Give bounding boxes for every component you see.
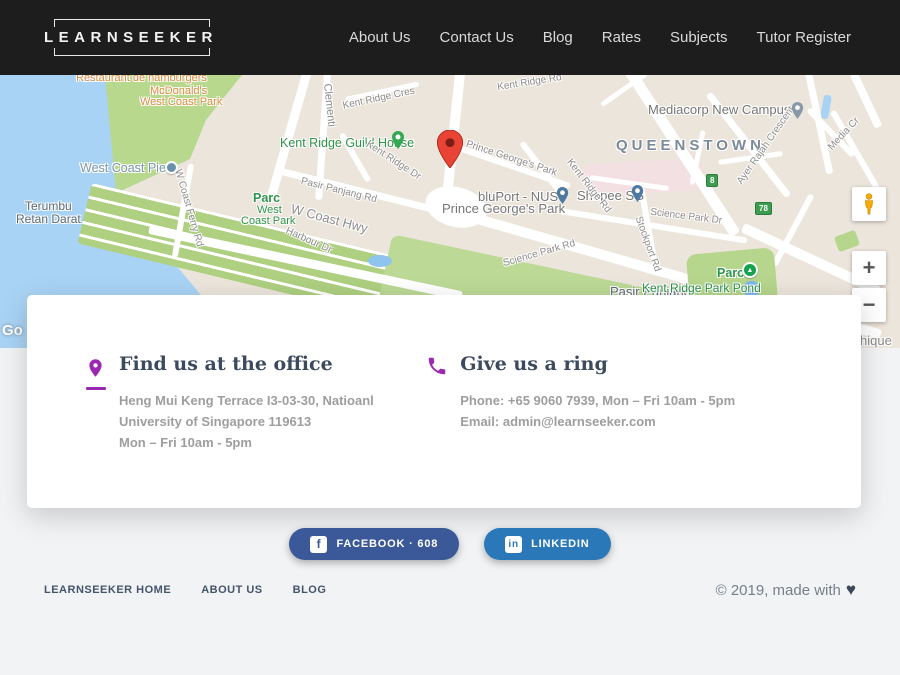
office-title: Find us at the office (119, 353, 374, 375)
map-label-kent-ridge-rd-top: Kent Ridge Rd (497, 75, 563, 93)
map-canal (820, 94, 832, 119)
map-green-patch (834, 230, 860, 253)
park-tree-pin-icon[interactable] (742, 262, 758, 278)
zoom-in-button[interactable]: + (852, 251, 886, 285)
logo[interactable]: LEARNSEEKER (40, 16, 222, 59)
nav-contact-us[interactable]: Contact Us (440, 29, 514, 46)
phone-icon (426, 355, 460, 464)
map-label-terumbu: Terumbu (25, 199, 72, 213)
footer-link-home[interactable]: LEARNSEEKER HOME (44, 584, 171, 596)
nav-about-us[interactable]: About Us (349, 29, 411, 46)
footer-link-blog[interactable]: BLOG (293, 584, 327, 596)
heart-icon: ♥ (846, 580, 856, 600)
nav-blog[interactable]: Blog (543, 29, 573, 46)
pegman-icon (859, 192, 879, 216)
copyright: © 2019, made with ♥ (716, 580, 856, 600)
map-label-west-coast-pier: West Coast Pier (80, 161, 170, 175)
google-watermark-fragment: Go (2, 322, 23, 339)
phone-line: Phone: +65 9060 7939, Mon – Fri 10am - 5… (460, 390, 735, 411)
map-route-shield-8: 8 (706, 174, 718, 187)
blue-poi-pin-shopee[interactable] (631, 185, 644, 202)
map-label-pg-park-rd: Prince George's Park (465, 139, 558, 179)
footer-links: LEARNSEEKER HOME ABOUT US BLOG (44, 584, 326, 596)
map-label-parc-west: Parc (253, 191, 280, 205)
blue-poi-pin-bluport[interactable] (556, 187, 569, 204)
place-icon-underline (86, 387, 106, 390)
map-label-kr-park-pond: Kent Ridge Park Pond (642, 281, 761, 295)
map-label-queenstown: QUEENSTOWN (616, 137, 765, 154)
linkedin-button[interactable]: in LINKEDIN (484, 528, 610, 560)
map-route-shield-78: 78 (755, 202, 772, 215)
green-poi-pin[interactable] (391, 131, 405, 149)
office-section: Find us at the office Heng Mui Keng Terr… (85, 353, 426, 464)
email-line: Email: admin@learnseeker.com (460, 411, 735, 432)
linkedin-icon: in (505, 536, 522, 553)
linkedin-label: LINKEDIN (531, 538, 589, 550)
map-label-west-coast-park-poi: West Coast Park (140, 96, 222, 108)
main-nav: About Us Contact Us Blog Rates Subjects … (349, 29, 900, 46)
office-address-line1: Heng Mui Keng Terrace I3-03-30, Natioanl (119, 390, 374, 411)
map-label-parc-kr: Parc (717, 266, 744, 280)
office-address-line2: University of Singapore 119613 (119, 411, 374, 432)
contact-card: Find us at the office Heng Mui Keng Terr… (27, 295, 861, 508)
map-label-pg-park: Prince George's Park (442, 201, 565, 216)
place-icon (85, 355, 119, 464)
gray-poi-pin-mediacorp[interactable] (791, 102, 804, 119)
map-label-science-park-rd: Science Park Rd (502, 238, 577, 269)
copyright-text: © 2019, made with (716, 582, 841, 599)
map-label-fragment: hique (860, 333, 892, 348)
footer: LEARNSEEKER HOME ABOUT US BLOG © 2019, m… (0, 580, 900, 600)
social-buttons: f FACEBOOK · 608 in LINKEDIN (0, 528, 900, 560)
map-label-retan-darat: Retan Darat (16, 212, 81, 226)
facebook-label: FACEBOOK · 608 (336, 538, 438, 550)
nav-tutor-register[interactable]: Tutor Register (757, 29, 851, 46)
nav-subjects[interactable]: Subjects (670, 29, 728, 46)
red-map-marker[interactable] (437, 130, 463, 168)
map-label-restaurant: Restaurant de hamburgers (76, 75, 207, 84)
header: LEARNSEEKER About Us Contact Us Blog Rat… (0, 0, 900, 75)
map-label-mediacorp: Mediacorp New Campus (648, 102, 790, 117)
office-hours: Mon – Fri 10am - 5pm (119, 432, 374, 453)
nav-rates[interactable]: Rates (602, 29, 641, 46)
map-pond (368, 255, 392, 267)
phone-title: Give us a ring (460, 353, 735, 375)
footer-link-about[interactable]: ABOUT US (201, 584, 262, 596)
pegman-control[interactable] (852, 187, 886, 221)
pier-poi-circle[interactable] (165, 161, 178, 174)
facebook-button[interactable]: f FACEBOOK · 608 (289, 528, 459, 560)
phone-section: Give us a ring Phone: +65 9060 7939, Mon… (426, 353, 811, 464)
facebook-icon: f (310, 536, 327, 553)
